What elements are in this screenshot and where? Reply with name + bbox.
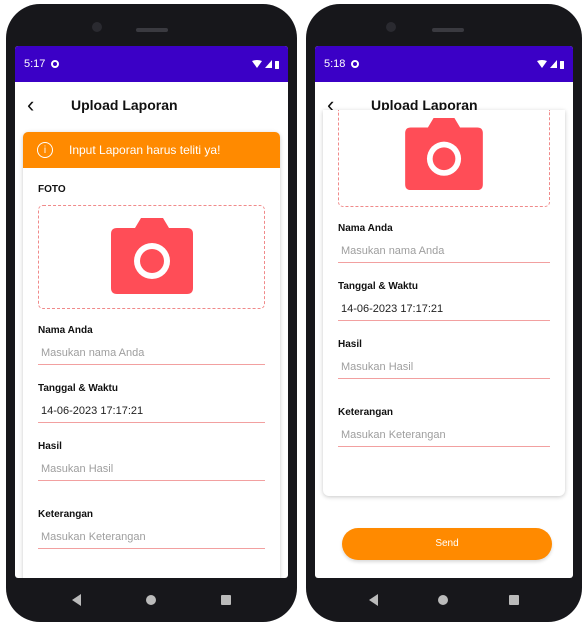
photo-picker[interactable] — [38, 205, 265, 309]
nama-label: Nama Anda — [338, 223, 393, 234]
status-time: 5:17 — [24, 58, 46, 70]
screen-left: 5:17 ‹ Upload Laporan i Input Laporan ha… — [15, 46, 288, 578]
status-icons — [252, 60, 279, 69]
nama-input[interactable]: Masukan nama Anda — [338, 240, 550, 263]
notification-icon — [51, 60, 60, 68]
phone-left: 5:17 ‹ Upload Laporan i Input Laporan ha… — [6, 4, 297, 622]
front-camera — [386, 22, 396, 32]
notification-icon — [351, 60, 360, 68]
keterangan-label: Keterangan — [38, 509, 94, 520]
tanggal-input[interactable]: 14-06-2023 17:17:21 — [38, 400, 265, 423]
screen-right: 5:18 ‹ Upload Laporan Nama Anda Masukan … — [315, 46, 573, 578]
nav-bar — [315, 578, 573, 622]
nav-home-icon[interactable] — [145, 595, 156, 605]
signal-icon — [550, 60, 557, 68]
signal-icon — [265, 60, 272, 68]
front-camera — [92, 22, 102, 32]
nav-bar — [15, 578, 288, 622]
camera-icon — [405, 118, 483, 190]
battery-icon — [560, 60, 564, 69]
nama-label: Nama Anda — [38, 325, 93, 336]
photo-picker[interactable] — [338, 110, 550, 207]
tanggal-label: Tanggal & Waktu — [38, 383, 118, 394]
phone-right: 5:18 ‹ Upload Laporan Nama Anda Masukan … — [306, 4, 582, 622]
nav-recent-icon[interactable] — [508, 595, 519, 605]
tanggal-input[interactable]: 14-06-2023 17:17:21 — [338, 298, 550, 321]
camera-icon — [110, 218, 193, 294]
hasil-label: Hasil — [38, 441, 62, 452]
nama-input[interactable]: Masukan nama Anda — [38, 342, 265, 365]
battery-icon — [275, 60, 279, 69]
keterangan-input[interactable]: Masukan Keterangan — [38, 526, 265, 549]
keterangan-input[interactable]: Masukan Keterangan — [338, 424, 550, 447]
status-bar: 5:17 — [15, 46, 288, 82]
hasil-input[interactable]: Masukan Hasil — [38, 458, 265, 481]
send-button[interactable]: Send — [342, 528, 552, 560]
form-card: i Input Laporan harus teliti ya! FOTO Na… — [23, 132, 280, 578]
speaker — [432, 28, 464, 32]
nav-back-icon[interactable] — [369, 594, 379, 606]
status-time: 5:18 — [324, 58, 346, 70]
hasil-input[interactable]: Masukan Hasil — [338, 356, 550, 379]
banner-text: Input Laporan harus teliti ya! — [69, 143, 221, 157]
wifi-icon — [252, 60, 262, 68]
status-bar: 5:18 — [315, 46, 573, 82]
speaker — [136, 28, 168, 32]
nav-back-icon[interactable] — [71, 594, 81, 606]
form-card: Nama Anda Masukan nama Anda Tanggal & Wa… — [323, 110, 565, 496]
nav-recent-icon[interactable] — [221, 595, 232, 605]
nav-home-icon[interactable] — [438, 595, 449, 605]
foto-label: FOTO — [38, 184, 66, 195]
wifi-icon — [537, 60, 547, 68]
page-title: Upload Laporan — [71, 97, 178, 113]
status-icons — [537, 60, 564, 69]
info-banner: i Input Laporan harus teliti ya! — [23, 132, 280, 168]
back-arrow-icon[interactable]: ‹ — [27, 94, 57, 116]
info-icon: i — [37, 142, 53, 158]
app-bar: ‹ Upload Laporan — [15, 82, 288, 128]
keterangan-label: Keterangan — [338, 407, 394, 418]
hasil-label: Hasil — [338, 339, 362, 350]
tanggal-label: Tanggal & Waktu — [338, 281, 418, 292]
